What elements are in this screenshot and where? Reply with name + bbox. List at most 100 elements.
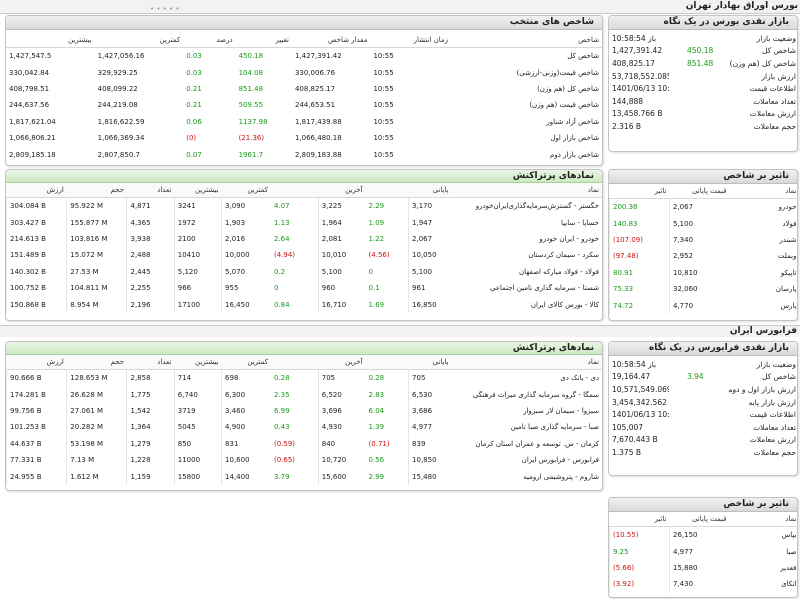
min-price: 6,300 [221,386,271,403]
impact-row[interactable]: وبملت 2,952 (97.48) [609,248,800,265]
impact-symbol[interactable]: فغدیر [730,560,800,576]
market-value: 10,571,549.069 B [612,384,669,394]
index-percent: 0.21 [186,84,202,93]
index-row[interactable]: شاخص قیمت (هم وزن) 10:55 244,653.51 509.55 0… [6,97,602,113]
impact-symbol[interactable]: فولاد [730,215,800,231]
trade-row[interactable]: کرمان - س. توسعه و عمران استان کرمان 839 (… [5,435,603,452]
impact-symbol[interactable]: صبا [730,543,800,559]
last-change: 3.79 [273,472,290,481]
close-price: 15,480 [408,468,452,485]
impact-price: 7,430 [669,576,730,593]
impact-row[interactable]: فولاد 5,100 140.83 [609,215,800,232]
symbol-name[interactable]: فولاد - فولاد مبارکه اصفهان [452,264,602,280]
max-price: 714 [173,369,222,387]
close-price: 1,947 [408,214,452,231]
last-change: 0 [273,284,279,293]
market-label: اطلاعات قیمت [749,84,796,94]
index-row[interactable]: شاخص قیمت(وزنی-ارزشی) 10:55 330,006.76 104.… [6,64,602,80]
trade-value: 77.331 B [5,451,67,469]
symbol-name[interactable]: فرابورس - فرابورس ایران [452,452,602,468]
impact-value: (97.48) [609,248,670,265]
trade-row[interactable]: سمگا - گروه سرمایه گذاری میراث فرهنگی 6,5… [5,386,603,403]
symbol-name[interactable]: کالا - بورس کالای ایران [452,296,602,312]
trade-row[interactable]: دی - بانک دی 705 0.28 705 0.28 698 714 2,858 128… [5,369,603,387]
symbol-name[interactable]: سمگا - گروه سرمایه گذاری میراث فرهنگی [452,386,602,402]
index-name[interactable]: شاخص قیمت(وزنی-ارزشی) [451,64,602,80]
tse-impact-title: تاثیر بر شاخص [609,170,797,184]
trade-value: 174.281 B [5,386,67,403]
last-change: (4.94) [273,251,296,260]
symbol-name[interactable]: صبا - سرمایه گذاری صبا تامین [452,419,602,435]
trade-row[interactable]: سیزوا - سیمان لار سبزوار 3,686 6.04 3,696 6.… [5,402,603,420]
symbol-name[interactable]: خساپا - سایپا [452,214,602,230]
max-price: 2100 [173,230,222,248]
trade-row[interactable]: شستا - سرمایه گذاری تامین اجتماعی 961 0.1 9… [5,279,603,297]
symbol-name[interactable]: خودرو - ایران‌ خودرو [452,231,602,247]
index-name[interactable]: شاخص قیمت (هم وزن) [451,97,602,113]
trade-row[interactable]: خساپا - سایپا 1,947 1.09 1,964 1.13 1,903 1972… [5,214,603,231]
column-header: تاثیر [609,512,670,527]
impact-row[interactable]: خودرو 2,067 200.38 [609,198,800,216]
symbol-name[interactable]: سکرد - سیمان کردستان [452,247,602,263]
trade-row[interactable]: خودرو - ایران‌ خودرو 2,067 1.22 2,081 2.64 2,… [5,230,603,248]
impact-price: 2,067 [669,198,730,216]
index-row[interactable]: شاخص کل (هم وزن) 10:55 408,825.17 851.48 0.2… [6,81,602,97]
index-row[interactable]: شاخص بازار اول 10:55 1,066,480.18 (21.36) (0… [6,130,602,146]
trade-count: 3,938 [126,230,175,248]
trade-row[interactable]: سکرد - سیمان کردستان 10,050 (4.56) 10,010 (4… [5,247,603,264]
trade-count: 2,858 [126,369,175,387]
trade-row[interactable]: فولاد - فولاد مبارکه اصفهان 5,100 0 5,100 0.… [5,263,603,280]
tse-impact-table: نماد قیمت پایانی تاثیر خودرو 2,067 200.38 فول… [609,184,800,314]
market-delta [669,108,729,121]
impact-symbol[interactable]: اتکای [730,576,800,592]
trade-row[interactable]: صبا - سرمایه گذاری صبا تامین 4,977 1.39 4,9… [5,419,603,436]
impact-symbol[interactable]: پارسان [730,281,800,297]
impact-symbol[interactable]: خودرو [730,199,800,216]
impact-row[interactable]: پارسان 32,060 75.33 [609,280,800,298]
impact-symbol[interactable]: شبندر [730,232,800,248]
impact-value: (3.92) [609,576,670,593]
index-row[interactable]: شاخص بازار دوم 10:55 2,809,183.88 1961.7 0.0… [6,146,602,162]
trade-count: 4,871 [126,197,175,215]
impact-row[interactable]: شبندر 7,340 (107.09) [609,231,800,249]
index-name[interactable]: شاخص آزاد شناور [451,114,602,130]
index-name[interactable]: شاخص بازار دوم [451,146,602,162]
index-min: 2,807,850.7 [97,150,140,159]
symbol-name[interactable]: شستا - سرمایه گذاری تامین اجتماعی [452,280,602,296]
index-percent: (0) [186,134,197,143]
trade-row[interactable]: فرابورس - فرابورس ایران 10,850 0.56 10,720 (… [5,451,603,469]
market-value: باز 10:58:54 [612,33,657,43]
impact-symbol[interactable]: وبملت [730,248,800,264]
impact-symbol[interactable]: پارس [730,297,800,313]
market-row: 10,571,549.069 B ارزش بازار اول و دوم [609,383,799,396]
symbol-name[interactable]: دی - بانک دی [452,370,602,387]
impact-row[interactable]: فغدیر 15,880 (5.66) [609,559,800,577]
index-value: 2,809,183.88 [294,150,342,159]
trade-row[interactable]: شاروم - پتروشیمی ارومیه 15,480 2.99 15,600 3… [5,468,603,485]
impact-symbol[interactable]: تاپیکو [730,265,800,281]
grip-dots-icon[interactable]: • • • • • [150,5,180,13]
impact-row[interactable]: پارس 4,770 74.72 [609,297,800,314]
index-row[interactable]: شاخص آزاد شناور 10:55 1,817,439.88 1137.98 0… [6,114,602,130]
index-row[interactable]: شاخص کل 10:55 1,427,391.42 450.18 0.03 1,427,… [6,48,602,65]
impact-row[interactable]: صبا 4,977 9.25 [609,543,800,560]
index-name[interactable]: شاخص کل [451,48,602,65]
close-price: 10,050 [408,247,452,264]
trade-row[interactable]: خگستر - گسترش‌سرمایه‌گذاری‌ایران‌خودرو 3,… [5,197,603,215]
index-name[interactable]: شاخص بازار اول [451,130,602,146]
symbol-name[interactable]: شاروم - پتروشیمی ارومیه [452,468,602,484]
symbol-name[interactable]: کرمان - س. توسعه و عمران استان کرمان [452,436,602,452]
impact-row[interactable]: بپاس 26,150 (10.55) [609,526,800,544]
impact-symbol[interactable]: بپاس [730,527,800,544]
index-name[interactable]: شاخص کل (هم وزن) [451,81,602,97]
market-row: 408,825.17 851.48 شاخص کل (هم وزن) [609,57,799,70]
column-header: نماد [451,355,602,370]
market-label: شاخص کل [761,46,796,56]
symbol-name[interactable]: سیزوا - سیمان لار سبزوار [452,403,602,419]
impact-row[interactable]: تاپیکو 10,810 80.91 [609,264,800,281]
market-row: باز 10:58:54 وضعیت بازار [609,32,799,45]
market-delta [669,70,729,83]
symbol-name[interactable]: خگستر - گسترش‌سرمایه‌گذاری‌ایران‌خودرو [452,198,602,215]
trade-row[interactable]: کالا - بورس کالای ایران 16,850 1.69 16,710 0… [5,296,603,313]
impact-row[interactable]: اتکای 7,430 (3.92) [609,576,800,593]
